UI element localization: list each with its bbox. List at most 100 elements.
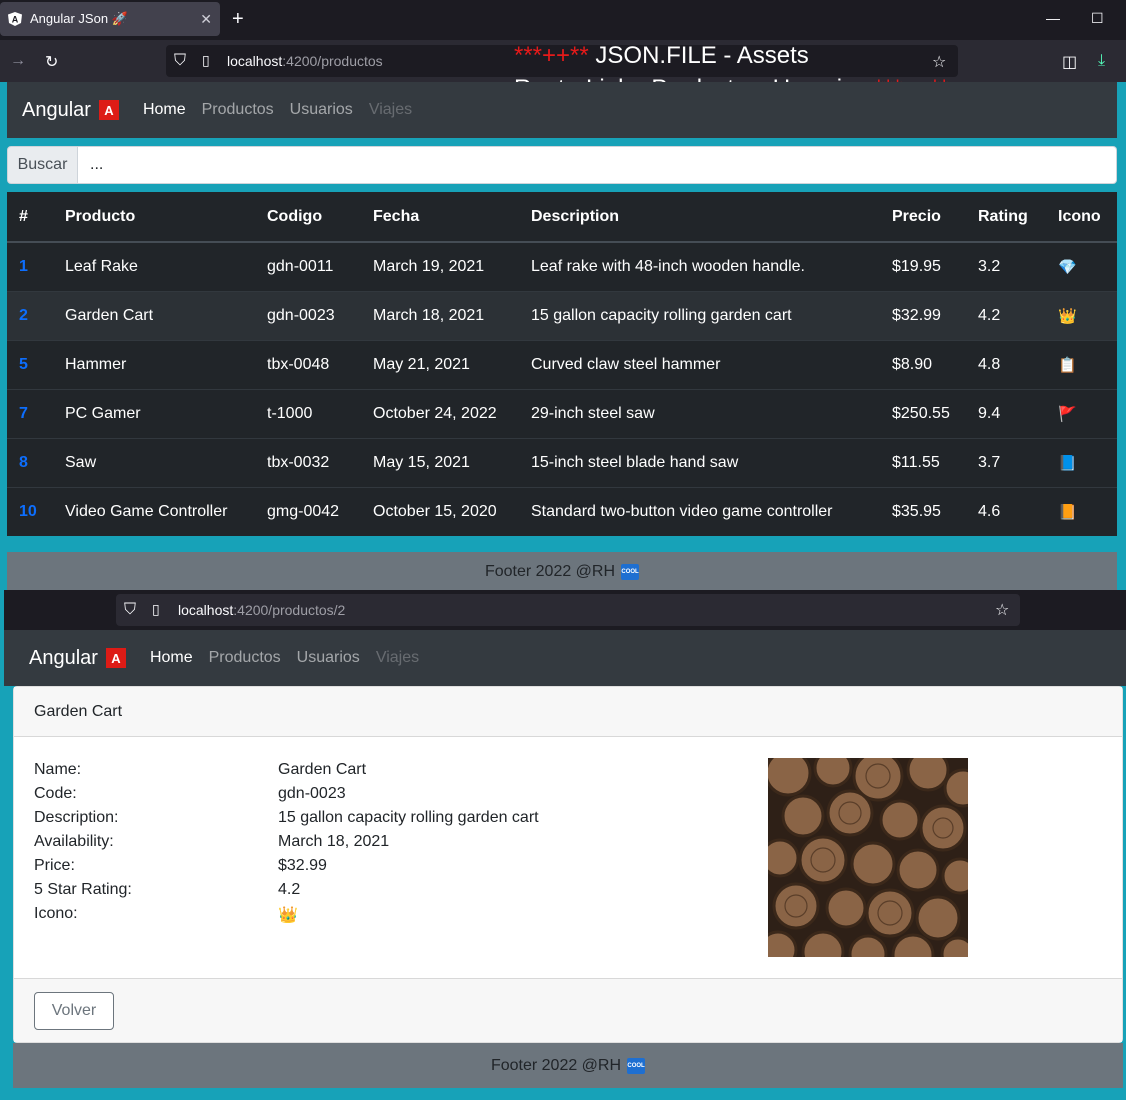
table-row[interactable]: 1 Leaf Rake gdn-0011 March 19, 2021 Leaf…	[7, 241, 1117, 291]
table-row[interactable]: 8 Saw tbx-0032 May 15, 2021 15-inch stee…	[7, 437, 1117, 487]
product-date: May 21, 2021	[361, 339, 519, 389]
field-value: March 18, 2021	[278, 833, 390, 850]
search-input[interactable]	[78, 146, 1117, 184]
product-rating: 3.7	[966, 437, 1046, 487]
product-price: $250.55	[880, 388, 966, 438]
detail-fields: Name: Garden Cart Code: gdn-0023 Descripti…	[34, 761, 539, 929]
svg-text:A: A	[12, 15, 19, 25]
url-text[interactable]: localhost:4200/productos	[227, 53, 383, 69]
reload-icon[interactable]: ↻	[45, 52, 58, 72]
product-name: Video Game Controller	[53, 486, 255, 536]
product-rating: 4.2	[966, 290, 1046, 340]
red-flag-icon: 🚩	[1046, 388, 1117, 438]
table-row[interactable]: 5 Hammer tbx-0048 May 21, 2021 Curved cl…	[7, 339, 1117, 389]
shield-icon[interactable]: ⛉	[124, 601, 136, 619]
crown-icon: 👑	[278, 907, 298, 924]
product-price: $19.95	[880, 241, 966, 291]
table-row[interactable]: 7 PC Gamer t-1000 October 24, 2022 29-in…	[7, 388, 1117, 438]
product-name: Saw	[53, 437, 255, 487]
product-name: PC Gamer	[53, 388, 255, 438]
table-row[interactable]: 2 Garden Cart gdn-0023 March 18, 2021 15…	[7, 290, 1117, 340]
col-producto: Producto	[53, 192, 255, 243]
product-id-link[interactable]: 7	[19, 405, 28, 422]
detail-row: Availability: March 18, 2021	[34, 833, 539, 857]
field-label: 5 Star Rating:	[34, 881, 132, 898]
product-code: gdn-0011	[255, 241, 361, 291]
col-precio: Precio	[880, 192, 966, 243]
product-price: $11.55	[880, 437, 966, 487]
field-label: Price:	[34, 857, 75, 874]
angular-logo-icon: A	[98, 100, 119, 120]
detail-row: Price: $32.99	[34, 857, 539, 881]
pocket-icon[interactable]: ◫	[1062, 52, 1077, 72]
forward-icon[interactable]: →	[10, 52, 26, 70]
nav-viajes: Viajes	[368, 101, 413, 118]
product-id-link[interactable]: 10	[19, 503, 37, 520]
nav-usuarios[interactable]: Usuarios	[297, 649, 360, 667]
product-name: Hammer	[53, 339, 255, 389]
product-id-link[interactable]: 1	[19, 258, 28, 275]
detail-row: Icono: 👑	[34, 905, 539, 929]
product-description: Leaf rake with 48-inch wooden handle.	[519, 241, 880, 291]
nav-productos[interactable]: Productos	[209, 649, 281, 667]
nav-home[interactable]: Home	[150, 649, 193, 667]
browser-tab[interactable]: A Angular JSon 🚀 ✕	[0, 2, 220, 36]
nav-productos[interactable]: Productos	[202, 101, 274, 119]
product-rating: 4.8	[966, 339, 1046, 389]
col-fecha: Fecha	[361, 192, 519, 243]
product-code: t-1000	[255, 388, 361, 438]
col-codigo: Codigo	[255, 192, 361, 243]
field-label: Code:	[34, 785, 77, 802]
nav-viajes: Viajes	[375, 649, 420, 666]
table-header-row: # Producto Codigo Fecha Description Prec…	[7, 192, 1117, 243]
angular-favicon-icon: A	[8, 12, 22, 26]
bookmark-star-icon[interactable]: ☆	[932, 52, 946, 72]
nav-usuarios[interactable]: Usuarios	[290, 101, 353, 119]
product-date: October 15, 2020	[361, 486, 519, 536]
navbar-brand[interactable]: Angular A	[22, 99, 119, 122]
cool-icon: COOL	[627, 1057, 646, 1074]
detail-row: Name: Garden Cart	[34, 761, 539, 785]
shield-icon[interactable]: ⛉	[174, 52, 186, 70]
field-label: Description:	[34, 809, 119, 826]
field-value: gdn-0023	[278, 785, 346, 802]
table-row[interactable]: 10 Video Game Controller gmg-0042 Octobe…	[7, 486, 1117, 536]
app-navbar-2: Angular A Home Productos Usuarios Viajes	[4, 630, 1126, 686]
product-description: 15 gallon capacity rolling garden cart	[519, 290, 880, 340]
minimize-icon[interactable]: —	[1046, 10, 1060, 26]
nav-home[interactable]: Home	[143, 101, 186, 119]
product-price: $8.90	[880, 339, 966, 389]
product-date: March 19, 2021	[361, 241, 519, 291]
bookmark-star-icon[interactable]: ☆	[995, 600, 1009, 620]
detail-row: Description: 15 gallon capacity rolling g…	[34, 809, 539, 833]
product-price: $35.95	[880, 486, 966, 536]
back-button[interactable]: Volver	[34, 992, 114, 1030]
navbar-brand[interactable]: Angular A	[29, 647, 126, 670]
page-footer: Footer 2022 @RH COOL	[7, 552, 1117, 592]
maximize-icon[interactable]: ☐	[1091, 10, 1104, 27]
product-price: $32.99	[880, 290, 966, 340]
cool-icon: COOL	[621, 564, 640, 580]
product-description: Standard two-button video game controlle…	[519, 486, 880, 536]
product-id-link[interactable]: 8	[19, 454, 28, 471]
product-description: 29-inch steel saw	[519, 388, 880, 438]
product-description: Curved claw steel hammer	[519, 339, 880, 389]
field-value: 4.2	[278, 881, 301, 898]
app-navbar: Angular A Home Productos Usuarios Viajes	[7, 82, 1117, 138]
product-id-link[interactable]: 5	[19, 356, 28, 373]
new-tab-icon[interactable]: +	[232, 8, 244, 31]
product-rating: 9.4	[966, 388, 1046, 438]
product-id-link[interactable]: 2	[19, 307, 28, 324]
orange-book-icon: 📙	[1046, 486, 1117, 536]
product-detail-card: Garden Cart Name: Garden Cart Code: gdn-00…	[13, 686, 1123, 1043]
product-date: March 18, 2021	[361, 290, 519, 340]
product-date: October 24, 2022	[361, 388, 519, 438]
product-code: gdn-0023	[255, 290, 361, 340]
col-rating: Rating	[966, 192, 1046, 243]
close-tab-icon[interactable]: ✕	[200, 11, 212, 28]
products-table: # Producto Codigo Fecha Description Prec…	[7, 192, 1117, 536]
url-text-2[interactable]: localhost:4200/productos/2	[178, 602, 345, 618]
download-icon[interactable]: ⤓	[1098, 52, 1105, 70]
detail-row: Code: gdn-0023	[34, 785, 539, 809]
col-description: Description	[519, 192, 880, 243]
